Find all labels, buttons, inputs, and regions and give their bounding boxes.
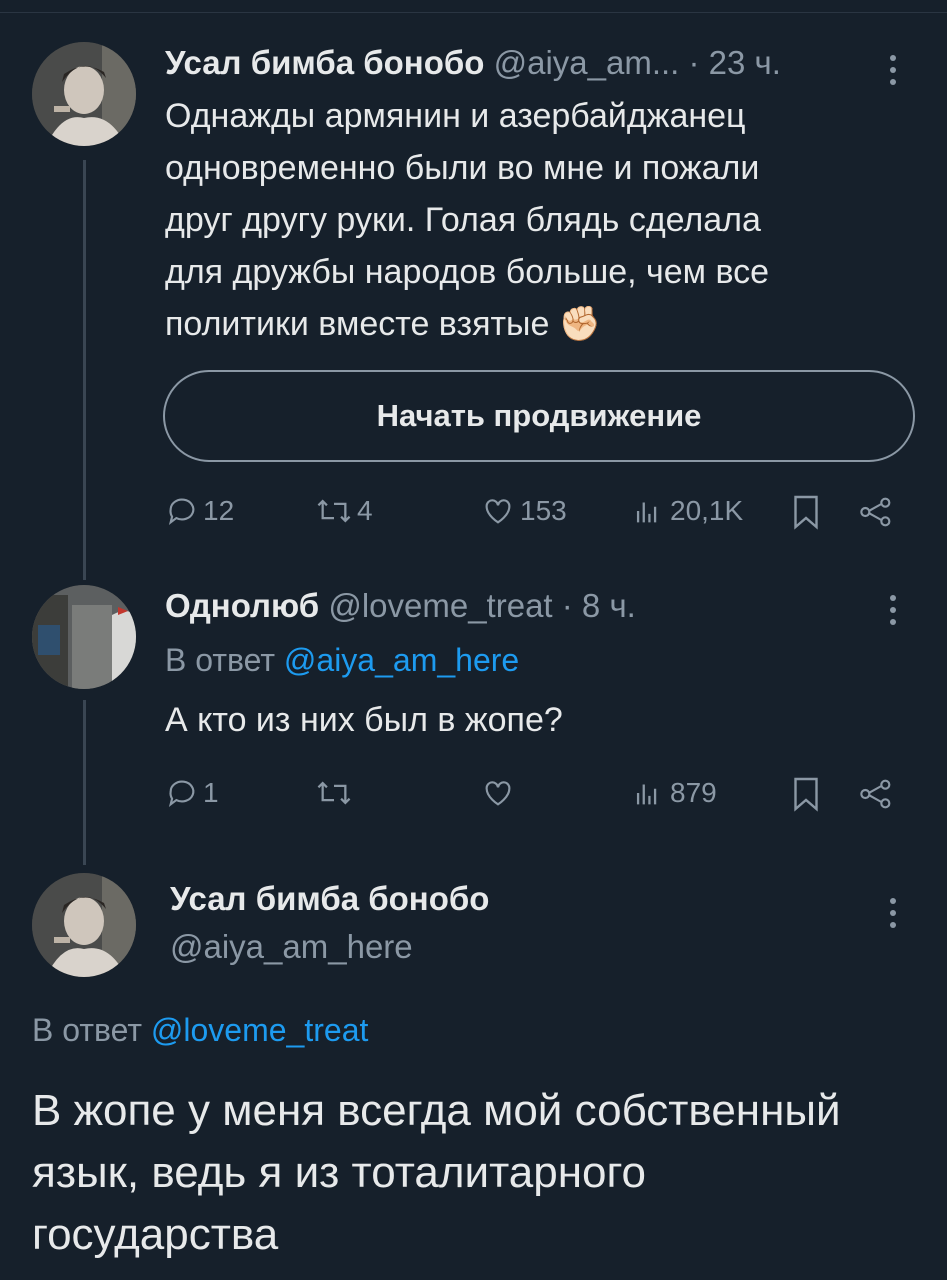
tweet-text: В жопе у меня всегда мой собственный язы… bbox=[32, 1080, 932, 1266]
reply-icon bbox=[168, 780, 195, 807]
like-button[interactable] bbox=[480, 776, 520, 810]
more-vertical-icon[interactable] bbox=[890, 898, 898, 934]
reply-count: 12 bbox=[203, 495, 235, 526]
text-line-content: политики вместе взятые bbox=[165, 305, 550, 343]
like-button[interactable]: 153 bbox=[480, 494, 567, 528]
reply-context: В ответ @aiya_am_here bbox=[165, 642, 519, 679]
text-line: для дружбы народов больше, чем все bbox=[165, 253, 770, 291]
bookmark-button[interactable] bbox=[790, 776, 822, 812]
views-icon bbox=[636, 502, 657, 523]
timestamp[interactable]: · 8 ч. bbox=[562, 587, 636, 624]
tweet-header: Усал бимба бонобо @aiya_am... · 23 ч. bbox=[165, 44, 781, 82]
author-handle[interactable]: @aiya_am_here bbox=[170, 928, 413, 966]
share-icon bbox=[860, 779, 891, 809]
share-button[interactable] bbox=[858, 496, 894, 528]
reply-mention-link[interactable]: @loveme_treat bbox=[151, 1012, 368, 1048]
promote-button[interactable]: Начать продвижение bbox=[163, 370, 915, 462]
reply-button[interactable]: 1 bbox=[165, 776, 219, 810]
heart-icon bbox=[485, 499, 511, 524]
timestamp[interactable]: · 23 ч. bbox=[689, 44, 781, 81]
text-line: одновременно были во мне и пожали bbox=[165, 149, 760, 187]
text-line: В жопе у меня всегда мой собственный bbox=[32, 1086, 841, 1135]
thread-connector bbox=[83, 160, 86, 580]
reply-context: В ответ @loveme_treat bbox=[32, 1012, 368, 1049]
reply-icon bbox=[168, 498, 195, 525]
bookmark-icon bbox=[794, 777, 818, 812]
more-vertical-icon[interactable] bbox=[890, 55, 898, 91]
retweet-count: 4 bbox=[357, 495, 373, 526]
raised-fist-emoji: ✊🏻 bbox=[558, 305, 602, 343]
retweet-button[interactable] bbox=[315, 776, 357, 810]
heart-icon bbox=[485, 781, 511, 806]
text-line: политики вместе взятые ✊🏻 bbox=[165, 298, 905, 350]
text-line: Однажды армянин и азербайджанец bbox=[165, 97, 746, 135]
thread-connector bbox=[83, 700, 86, 865]
author-name[interactable]: Однолюб bbox=[165, 587, 319, 624]
retweet-icon bbox=[317, 499, 351, 523]
author-handle[interactable]: @aiya_am... bbox=[494, 44, 680, 81]
reply-prefix: В ответ bbox=[165, 642, 276, 678]
avatar[interactable] bbox=[32, 585, 136, 689]
reply-count: 1 bbox=[203, 777, 219, 808]
views-button[interactable]: 20,1K bbox=[630, 494, 743, 528]
top-divider bbox=[0, 0, 947, 13]
retweet-icon bbox=[317, 781, 351, 805]
reply-prefix: В ответ bbox=[32, 1012, 143, 1048]
retweet-button[interactable]: 4 bbox=[315, 494, 373, 528]
views-count: 879 bbox=[670, 777, 717, 808]
share-icon bbox=[860, 497, 891, 527]
bookmark-icon bbox=[794, 495, 818, 530]
reply-button[interactable]: 12 bbox=[165, 494, 234, 528]
author-name[interactable]: Усал бимба бонобо bbox=[165, 44, 484, 81]
views-button[interactable]: 879 bbox=[630, 776, 717, 810]
author-handle[interactable]: @loveme_treat bbox=[328, 587, 552, 624]
avatar[interactable] bbox=[32, 42, 136, 146]
text-line: язык, ведь я из тоталитарного bbox=[32, 1148, 647, 1197]
tweet-text: Однажды армянин и азербайджанец одноврем… bbox=[165, 90, 905, 350]
views-count: 20,1K bbox=[670, 495, 744, 526]
tweet-header: Однолюб @loveme_treat · 8 ч. bbox=[165, 587, 636, 625]
bookmark-button[interactable] bbox=[790, 494, 822, 530]
tweet-text: А кто из них был в жопе? bbox=[165, 701, 563, 739]
like-count: 153 bbox=[520, 495, 567, 526]
avatar[interactable] bbox=[32, 873, 136, 977]
reply-mention-link[interactable]: @aiya_am_here bbox=[284, 642, 519, 678]
views-icon bbox=[636, 784, 657, 805]
text-line: государства bbox=[32, 1210, 279, 1259]
author-name[interactable]: Усал бимба бонобо bbox=[170, 880, 489, 918]
more-vertical-icon[interactable] bbox=[890, 595, 898, 631]
text-line: друг другу руки. Голая блядь сделала bbox=[165, 201, 761, 239]
share-button[interactable] bbox=[858, 778, 894, 810]
